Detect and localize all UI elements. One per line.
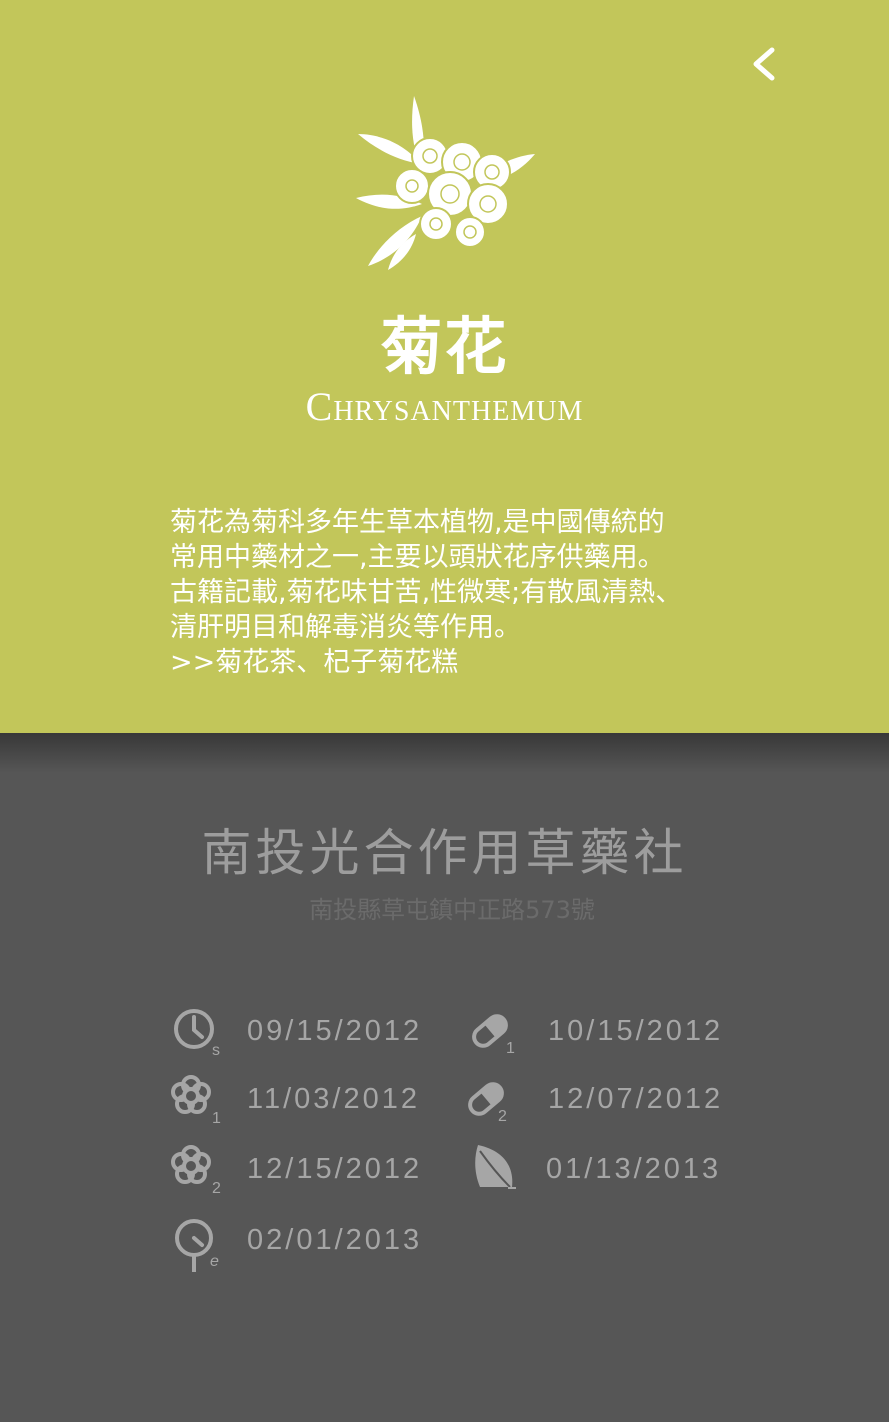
icon-subscript: 1 [506, 1040, 515, 1057]
timeline-date: 09/15/2012 [247, 1015, 423, 1047]
shop-info-panel: 南投光合作用草藥社 南投縣草屯鎮中正路573號 s 09/15/2012 1 1… [0, 733, 889, 1422]
herb-title-chinese: 菊花 [380, 310, 509, 383]
timeline-entry: 2 12/07/2012 [464, 1073, 724, 1129]
timeline-date: 12/07/2012 [548, 1083, 724, 1115]
herb-description: 菊花為菊科多年生草本植物,是中國傳統的 常用中藥材之一,主要以頭狀花序供藥用。 … [170, 505, 730, 680]
shop-address: 南投縣草屯鎮中正路573號 [309, 896, 595, 924]
chrysanthemum-flower-icon [352, 94, 542, 270]
timeline-date: 01/13/2013 [546, 1153, 722, 1185]
timeline-date: 10/15/2012 [548, 1015, 724, 1047]
clock-icon: s [170, 1005, 226, 1061]
timeline-entry: 1 11/03/2012 [170, 1073, 430, 1129]
description-line: 常用中藥材之一,主要以頭狀花序供藥用。 [170, 542, 665, 573]
icon-subscript: e [210, 1253, 219, 1270]
description-line: 清肝明目和解毒消炎等作用。 [170, 612, 521, 643]
capsule-icon: 1 [468, 1005, 524, 1061]
chevron-left-icon [753, 47, 775, 81]
back-button[interactable] [744, 40, 788, 88]
icon-subscript: 2 [498, 1108, 507, 1125]
icon-subscript: 2 [212, 1180, 221, 1197]
icon-subscript: s [212, 1042, 220, 1059]
description-line: 菊花為菊科多年生草本植物,是中國傳統的 [170, 507, 665, 538]
timeline-entry: e 02/01/2013 [170, 1216, 430, 1276]
timeline-date: 12/15/2012 [247, 1153, 423, 1185]
timeline-entry: 01/13/2013 [472, 1143, 732, 1199]
capsule-icon: 2 [464, 1073, 520, 1129]
herb-header-panel: 菊花 Chrysanthemum 菊花為菊科多年生草本植物,是中國傳統的 常用中… [0, 0, 889, 733]
herb-title-english: Chrysanthemum [305, 384, 584, 429]
icon-subscript: 1 [212, 1110, 221, 1127]
description-line: 古籍記載,菊花味甘苦,性微寒;有散風清熱、 [170, 577, 683, 608]
flower-icon: 2 [170, 1143, 226, 1199]
shop-name: 南投光合作用草藥社 [201, 824, 688, 882]
timeline-date: 11/03/2012 [247, 1083, 420, 1115]
timeline-entry: 1 10/15/2012 [468, 1005, 728, 1061]
timeline-date: 02/01/2013 [247, 1224, 423, 1256]
flower-icon: 1 [170, 1073, 226, 1129]
timeline-entry: s 09/15/2012 [170, 1005, 430, 1061]
recipe-link[interactable]: >>菊花茶、杞子菊花糕 [170, 645, 730, 680]
panel-shadow [0, 733, 889, 773]
leaf-icon [472, 1143, 528, 1199]
timeline-entry: 2 12/15/2012 [170, 1143, 430, 1199]
clock-end-icon: e [170, 1216, 226, 1276]
